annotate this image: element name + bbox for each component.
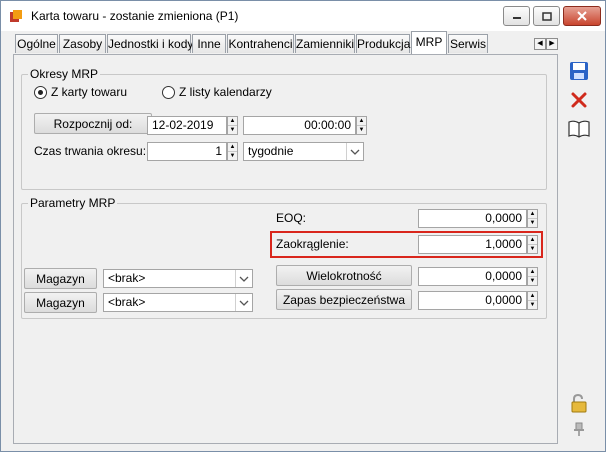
time-field[interactable]: 00:00:00: [243, 116, 356, 135]
zapas-bezpieczenstwa-field[interactable]: 0,0000: [418, 291, 527, 310]
tab-jednostki-i-kody[interactable]: Jednostki i kody: [107, 34, 193, 53]
magazyn-button-2[interactable]: Magazyn: [24, 292, 97, 313]
chevron-down-icon[interactable]: [235, 294, 252, 311]
duration-value-field[interactable]: 1: [147, 142, 227, 161]
zaokraglenie-label: Zaokrąglenie:: [276, 237, 349, 251]
radio-z-karty-towaru-label: Z karty towaru: [51, 85, 128, 99]
tab-produkcja[interactable]: Produkcja: [356, 34, 410, 53]
help-book-button[interactable]: [567, 117, 591, 141]
tab-scroll-right[interactable]: ▶: [546, 38, 558, 50]
duration-unit-value: tygodnie: [248, 144, 294, 158]
okresy-mrp-group: Okresy MRP Z karty towaru Z listy kalend…: [21, 67, 547, 190]
duration-spinner[interactable]: ▲ ▼: [227, 142, 238, 161]
maximize-button[interactable]: [533, 6, 560, 26]
chevron-down-icon[interactable]: [235, 270, 252, 287]
maximize-icon: [541, 11, 552, 21]
duration-unit-combo[interactable]: tygodnie: [243, 142, 364, 161]
radio-z-listy-kalendarzy-label: Z listy kalendarzy: [179, 85, 272, 99]
magazyn-value-1: <brak>: [108, 271, 146, 285]
magazyn-button-1[interactable]: Magazyn: [24, 268, 97, 289]
book-icon: [568, 120, 590, 138]
duration-label: Czas trwania okresu:: [34, 144, 147, 158]
date-field[interactable]: 12-02-2019: [147, 116, 227, 135]
radio-z-karty-towaru[interactable]: Z karty towaru: [34, 85, 127, 99]
magazyn-combo-1[interactable]: <brak>: [103, 269, 253, 288]
tab-ogolne[interactable]: Ogólne: [15, 34, 58, 53]
chevron-down-icon[interactable]: [346, 143, 363, 160]
minimize-button[interactable]: [503, 6, 530, 26]
lock-button[interactable]: [567, 391, 591, 415]
wielokrotnosc-button[interactable]: Wielokrotność: [276, 265, 412, 286]
window: Karta towaru - zostanie zmieniona (P1) O…: [0, 0, 606, 452]
time-spinner[interactable]: ▲ ▼: [356, 116, 367, 135]
zapas-bezpieczenstwa-button[interactable]: Zapas bezpieczeństwa: [276, 289, 412, 310]
eoq-field[interactable]: 0,0000: [418, 209, 527, 228]
window-title: Karta towaru - zostanie zmieniona (P1): [31, 9, 239, 23]
title-bar: Karta towaru - zostanie zmieniona (P1): [1, 1, 605, 31]
zaokraglenie-field[interactable]: 1,0000: [418, 235, 527, 254]
eoq-label: EOQ:: [276, 211, 307, 225]
tab-inne[interactable]: Inne: [192, 34, 226, 53]
parametry-mrp-title: Parametry MRP: [28, 196, 118, 210]
tab-scroll-left[interactable]: ◀: [534, 38, 546, 50]
close-button[interactable]: [563, 6, 601, 26]
tab-kontrahenci[interactable]: Kontrahenci: [227, 34, 294, 53]
cancel-icon: [571, 92, 587, 108]
pin-icon: [574, 422, 584, 436]
zapas-bezpieczenstwa-spinner[interactable]: ▲ ▼: [527, 291, 538, 310]
magazyn-combo-2[interactable]: <brak>: [103, 293, 253, 312]
radio-on-icon: [34, 85, 47, 99]
save-icon: [570, 62, 588, 80]
tab-serwis[interactable]: Serwis: [448, 34, 488, 53]
tab-zamienniki[interactable]: Zamienniki: [295, 34, 355, 53]
wielokrotnosc-spinner[interactable]: ▲ ▼: [527, 267, 538, 286]
tab-zasoby[interactable]: Zasoby: [59, 34, 106, 53]
okresy-mrp-title: Okresy MRP: [28, 67, 101, 81]
save-button[interactable]: [567, 59, 591, 83]
tab-mrp[interactable]: MRP: [411, 31, 447, 54]
minimize-icon: [512, 17, 521, 19]
cancel-button[interactable]: [567, 88, 591, 112]
lock-icon: [571, 393, 587, 413]
close-icon: [577, 11, 587, 21]
radio-z-listy-kalendarzy[interactable]: Z listy kalendarzy: [162, 85, 272, 99]
eoq-spinner[interactable]: ▲ ▼: [527, 209, 538, 228]
app-icon: [10, 10, 22, 22]
tab-panel: Okresy MRP Z karty towaru Z listy kalend…: [13, 54, 558, 444]
parametry-mrp-group: Parametry MRP EOQ: 0,0000 ▲ ▼ Zaokrągleni…: [21, 196, 547, 319]
magazyn-value-2: <brak>: [108, 295, 146, 309]
rozpocznij-od-button[interactable]: Rozpocznij od:: [34, 113, 152, 134]
radio-off-icon: [162, 85, 175, 99]
wielokrotnosc-field[interactable]: 0,0000: [418, 267, 527, 286]
zaokraglenie-spinner[interactable]: ▲ ▼: [527, 235, 538, 254]
date-spinner[interactable]: ▲ ▼: [227, 116, 238, 135]
pin-button[interactable]: [567, 417, 591, 441]
